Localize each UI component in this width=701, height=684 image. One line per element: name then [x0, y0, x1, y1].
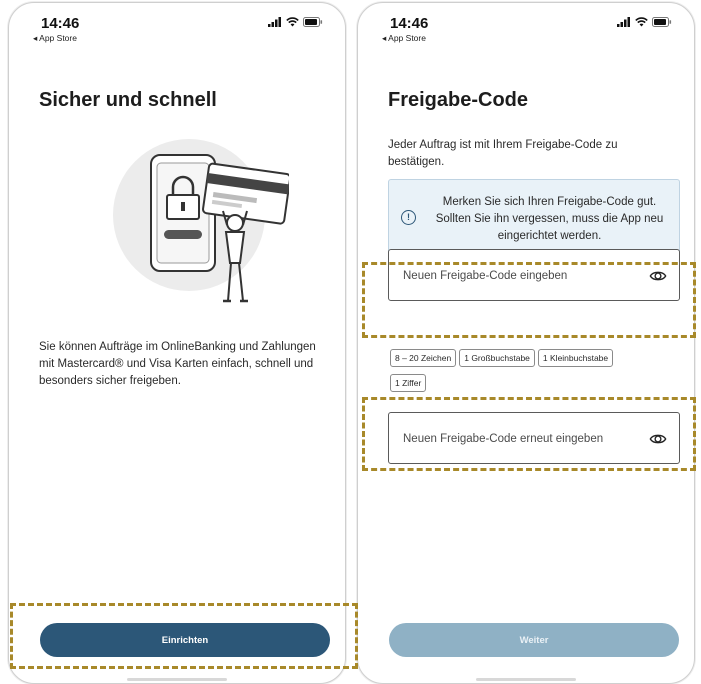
battery-icon — [303, 17, 323, 27]
repeat-code-field[interactable] — [388, 412, 680, 465]
rule-chip-lowercase: 1 Kleinbuchstabe — [537, 349, 614, 367]
home-indicator — [127, 678, 227, 681]
wifi-icon — [635, 17, 648, 27]
page-title: Sicher und schnell — [39, 89, 217, 111]
status-bar: 14:46 ◂ App Store — [358, 3, 694, 43]
status-time: 14:46 — [390, 15, 429, 32]
status-icons — [268, 17, 323, 27]
intro-description: Sie können Aufträge im OnlineBanking und… — [39, 341, 316, 387]
status-icons — [617, 17, 672, 27]
eye-icon[interactable] — [649, 430, 667, 448]
new-code-field[interactable] — [388, 249, 680, 302]
rule-chip-length: 8 – 20 Zeichen — [390, 349, 457, 367]
home-indicator — [476, 678, 576, 681]
status-bar: 14:46 ◂ App Store — [9, 3, 345, 43]
signal-icon — [268, 17, 281, 27]
info-message: Merken Sie sich Ihren Freigabe-Code gut.… — [435, 196, 664, 242]
einrichten-button[interactable]: Einrichten — [40, 623, 330, 657]
phone-screen-intro: 14:46 ◂ App Store Sicher und schnell Sie… — [8, 2, 346, 684]
password-rules: 8 – 20 Zeichen 1 Großbuchstabe 1 Kleinbuch… — [390, 348, 690, 398]
info-box: ! Merken Sie sich Ihren Freigabe-Code gu… — [388, 179, 680, 257]
status-time: 14:46 — [41, 15, 80, 32]
new-code-input[interactable] — [401, 250, 635, 302]
rule-chip-digit: 1 Ziffer — [390, 374, 427, 392]
battery-icon — [652, 17, 672, 27]
page-title: Freigabe-Code — [388, 89, 529, 111]
eye-icon[interactable] — [649, 267, 667, 285]
phone-lock-card-illustration — [113, 139, 289, 303]
repeat-code-input[interactable] — [401, 413, 635, 465]
back-to-app-store-link[interactable]: ◂ App Store — [382, 33, 426, 44]
rule-chip-uppercase: 1 Großbuchstabe — [459, 349, 535, 367]
weiter-button[interactable]: Weiter — [389, 623, 679, 657]
signal-icon — [617, 17, 630, 27]
info-circle-icon: ! — [401, 210, 416, 225]
intro-text: Jeder Auftrag ist mit Ihrem Freigabe-Cod… — [388, 139, 618, 168]
wifi-icon — [286, 17, 299, 27]
back-to-app-store-link[interactable]: ◂ App Store — [33, 33, 77, 44]
phone-screen-freigabe-code: 14:46 ◂ App Store Freigabe-Code Jeder Au… — [357, 2, 695, 684]
